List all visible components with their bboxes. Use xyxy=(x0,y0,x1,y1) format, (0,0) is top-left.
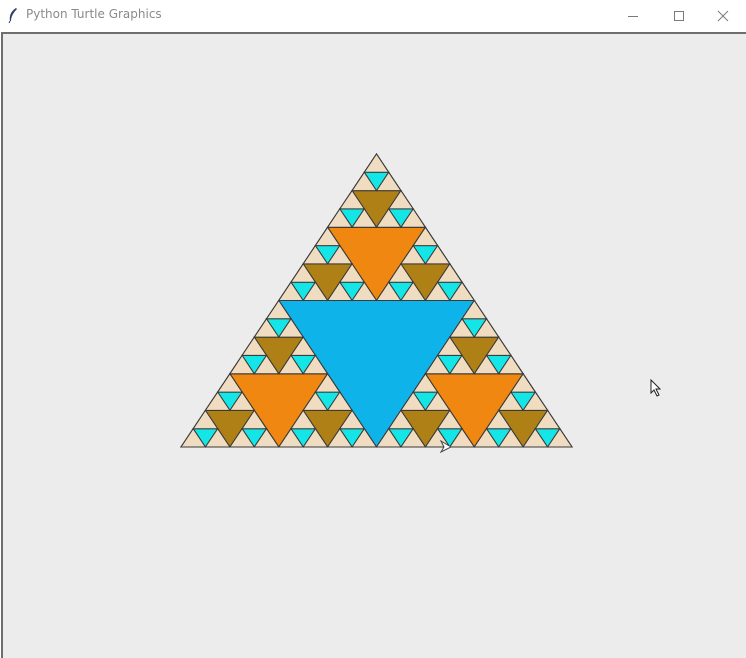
mouse-pointer-icon xyxy=(650,378,662,397)
turtle-window: Python Turtle Graphics xyxy=(0,0,746,658)
corner-triangle xyxy=(363,153,390,173)
sierpinski-triangles xyxy=(180,153,573,448)
sierpinski-drawing xyxy=(180,153,662,454)
